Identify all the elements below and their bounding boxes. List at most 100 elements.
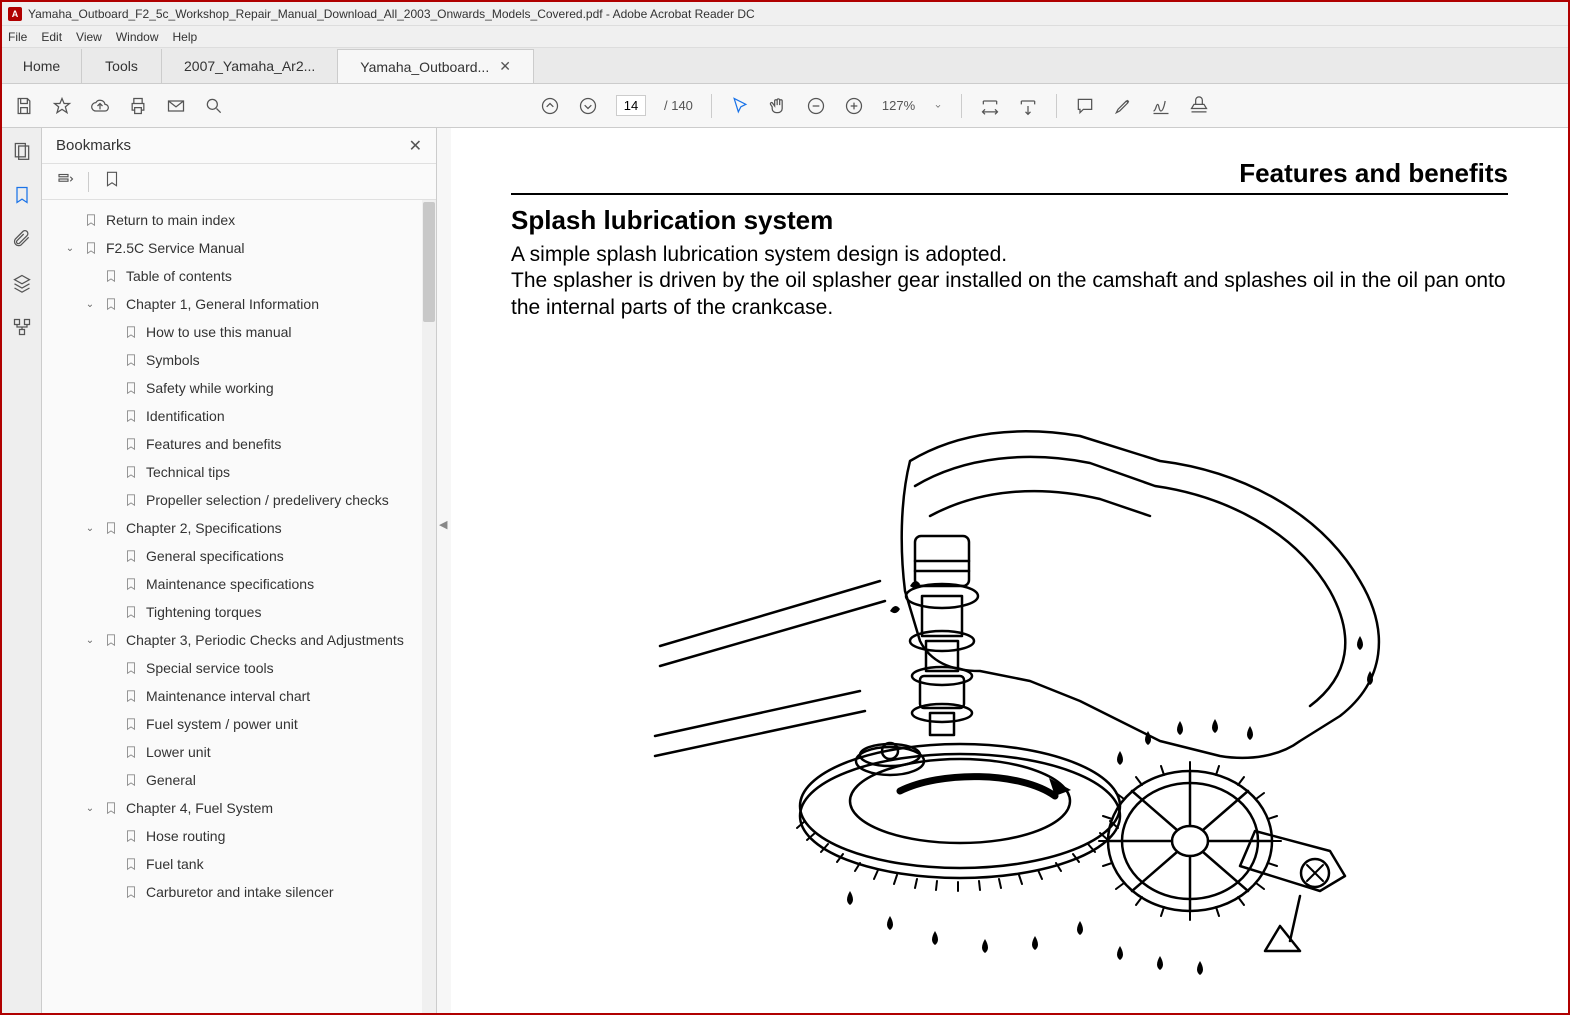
model-tree-icon[interactable] <box>11 316 33 338</box>
panel-title: Bookmarks <box>56 137 131 154</box>
bookmark-item[interactable]: Special service tools <box>50 654 432 682</box>
bookmark-item[interactable]: ⌄ F2.5C Service Manual <box>50 234 432 262</box>
bookmark-icon <box>124 885 138 899</box>
hand-icon[interactable] <box>768 96 788 116</box>
document-area[interactable]: Features and benefits Splash lubrication… <box>451 128 1568 1013</box>
attachments-icon[interactable] <box>11 228 33 250</box>
tab-document-2[interactable]: Yamaha_Outboard... ✕ <box>338 49 534 83</box>
bookmark-icon <box>124 857 138 871</box>
new-bookmark-icon[interactable] <box>103 170 121 193</box>
cursor-icon[interactable] <box>730 96 750 116</box>
bookmark-item[interactable]: ⌄ Chapter 2, Specifications <box>50 514 432 542</box>
search-icon[interactable] <box>204 96 224 116</box>
thumbnails-icon[interactable] <box>11 140 33 162</box>
bookmark-label: Maintenance interval chart <box>146 688 310 704</box>
bookmark-item[interactable]: General <box>50 766 432 794</box>
bookmark-icon <box>124 325 138 339</box>
bookmark-label: Fuel system / power unit <box>146 716 298 732</box>
tab-document-1[interactable]: 2007_Yamaha_Ar2... <box>162 49 338 83</box>
bookmark-label: Tightening torques <box>146 604 261 620</box>
save-icon[interactable] <box>14 96 34 116</box>
bookmark-icon <box>124 745 138 759</box>
scrollbar-thumb[interactable] <box>423 202 435 322</box>
fit-page-icon[interactable] <box>1018 96 1038 116</box>
menu-file[interactable]: File <box>8 30 27 44</box>
window-title: Yamaha_Outboard_F2_5c_Workshop_Repair_Ma… <box>28 7 755 21</box>
bookmark-item[interactable]: Propeller selection / predelivery checks <box>50 486 432 514</box>
bookmark-label: Identification <box>146 408 225 424</box>
chevron-down-icon[interactable] <box>933 96 943 116</box>
bookmark-item[interactable]: Safety while working <box>50 374 432 402</box>
bookmark-label: Maintenance specifications <box>146 576 314 592</box>
menu-help[interactable]: Help <box>173 30 198 44</box>
bookmark-item[interactable]: Table of contents <box>50 262 432 290</box>
acrobat-app-icon: A <box>8 7 22 21</box>
bookmark-item[interactable]: Features and benefits <box>50 430 432 458</box>
tab-home[interactable]: Home <box>2 49 82 83</box>
bookmark-item[interactable]: Hose routing <box>50 822 432 850</box>
zoom-value[interactable]: 127% <box>882 98 915 113</box>
bookmark-label: F2.5C Service Manual <box>106 240 245 256</box>
bookmark-item[interactable]: ⌄Chapter 1, General Information <box>50 290 432 318</box>
signature-icon[interactable] <box>1151 96 1171 116</box>
bookmark-icon <box>124 465 138 479</box>
bookmark-icon <box>104 297 118 311</box>
bookmark-icon <box>124 829 138 843</box>
close-panel-icon[interactable]: ✕ <box>409 136 422 156</box>
caret-down-icon[interactable]: ⌄ <box>84 523 96 534</box>
close-icon[interactable]: ✕ <box>499 58 511 75</box>
bookmark-label: Chapter 2, Specifications <box>126 520 282 536</box>
menu-view[interactable]: View <box>76 30 102 44</box>
page-up-icon[interactable] <box>540 96 560 116</box>
page-number-input[interactable] <box>616 95 646 116</box>
bookmark-icon <box>124 549 138 563</box>
bookmark-item[interactable]: ⌄Chapter 4, Fuel System <box>50 794 432 822</box>
caret-down-icon[interactable]: ⌄ <box>64 243 76 254</box>
tab-tools[interactable]: Tools <box>82 49 162 83</box>
caret-down-icon[interactable]: ⌄ <box>84 299 96 310</box>
bookmark-label: Carburetor and intake silencer <box>146 884 334 900</box>
bookmark-item[interactable]: Tightening torques <box>50 598 432 626</box>
menu-window[interactable]: Window <box>116 30 159 44</box>
cloud-upload-icon[interactable] <box>90 96 110 116</box>
bookmark-label: Technical tips <box>146 464 230 480</box>
bookmarks-panel: Bookmarks ✕ Return to main index ⌄ F2.5C S… <box>42 128 437 1013</box>
stamp-icon[interactable] <box>1189 96 1209 116</box>
bookmark-item[interactable]: Maintenance specifications <box>50 570 432 598</box>
highlight-icon[interactable] <box>1113 96 1133 116</box>
bookmark-item[interactable]: How to use this manual <box>50 318 432 346</box>
star-icon[interactable] <box>52 96 72 116</box>
bookmark-label: General specifications <box>146 548 284 564</box>
bookmark-label: Propeller selection / predelivery checks <box>146 492 389 508</box>
layers-icon[interactable] <box>11 272 33 294</box>
menu-edit[interactable]: Edit <box>41 30 62 44</box>
print-icon[interactable] <box>128 96 148 116</box>
bookmark-item[interactable]: Maintenance interval chart <box>50 682 432 710</box>
bookmark-icon <box>124 381 138 395</box>
zoom-out-icon[interactable] <box>806 96 826 116</box>
bookmark-item[interactable]: Fuel tank <box>50 850 432 878</box>
bookmarks-icon[interactable] <box>11 184 33 206</box>
section-heading: Splash lubrication system <box>511 205 1508 236</box>
bookmark-item[interactable]: Lower unit <box>50 738 432 766</box>
comment-icon[interactable] <box>1075 96 1095 116</box>
zoom-in-icon[interactable] <box>844 96 864 116</box>
fit-width-icon[interactable] <box>980 96 1000 116</box>
collapse-handle[interactable]: ◀ <box>437 128 451 1013</box>
email-icon[interactable] <box>166 96 186 116</box>
bookmark-options-icon[interactable] <box>56 170 74 193</box>
caret-down-icon[interactable]: ⌄ <box>84 635 96 646</box>
page-down-icon[interactable] <box>578 96 598 116</box>
bookmarks-tree[interactable]: Return to main index ⌄ F2.5C Service Manua… <box>42 200 436 1013</box>
bookmark-icon <box>124 689 138 703</box>
bookmark-item[interactable]: Return to main index <box>50 206 432 234</box>
bookmark-icon <box>104 801 118 815</box>
bookmark-item[interactable]: General specifications <box>50 542 432 570</box>
bookmark-item[interactable]: Symbols <box>50 346 432 374</box>
bookmark-item[interactable]: Carburetor and intake silencer <box>50 878 432 906</box>
caret-down-icon[interactable]: ⌄ <box>84 803 96 814</box>
bookmark-item[interactable]: Technical tips <box>50 458 432 486</box>
bookmark-item[interactable]: Fuel system / power unit <box>50 710 432 738</box>
bookmark-item[interactable]: ⌄Chapter 3, Periodic Checks and Adjustme… <box>50 626 432 654</box>
bookmark-item[interactable]: Identification <box>50 402 432 430</box>
